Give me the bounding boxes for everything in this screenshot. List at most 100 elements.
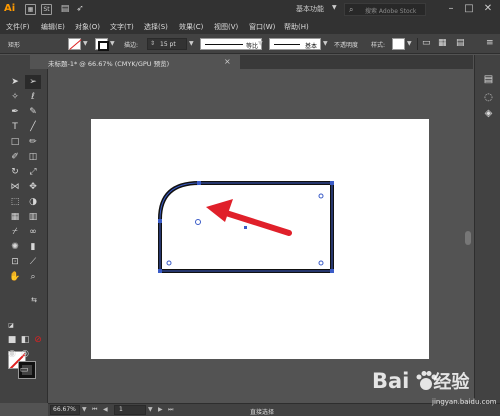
artboard-tool-icon[interactable]: ⊡ bbox=[7, 255, 23, 269]
magic-wand-icon[interactable]: ✧ bbox=[7, 90, 23, 104]
menu-edit[interactable]: 编辑(E) bbox=[41, 22, 65, 32]
chevron-down-icon[interactable]: ▼ bbox=[110, 40, 115, 47]
gpu-performance-icon[interactable]: ➶ bbox=[74, 3, 86, 15]
minimize-button[interactable]: – bbox=[444, 2, 458, 16]
menu-file[interactable]: 文件(F) bbox=[6, 22, 30, 32]
arrange-icon[interactable]: ▦ bbox=[438, 38, 447, 48]
puppet-warp-icon[interactable]: ✥ bbox=[25, 180, 41, 194]
width-tool-icon[interactable]: ⋈ bbox=[7, 180, 23, 194]
curvature-tool-icon[interactable]: ✎ bbox=[25, 105, 41, 119]
document-tab-title: 未标题-1* @ 66.67% (CMYK/GPU 预览) bbox=[48, 60, 170, 68]
column-graph-icon[interactable]: ▮ bbox=[25, 240, 41, 254]
vertical-scrollbar[interactable] bbox=[463, 69, 473, 403]
stroke-weight-field[interactable]: ⇕ 15 pt bbox=[147, 38, 187, 50]
rotate-tool-icon[interactable]: ↻ bbox=[7, 165, 23, 179]
menu-select[interactable]: 选择(S) bbox=[144, 22, 168, 32]
brush-line bbox=[274, 44, 300, 45]
blend-tool-icon[interactable]: ∞ bbox=[25, 225, 41, 239]
appearance-panel-icon[interactable]: ◌ bbox=[482, 91, 495, 104]
type-tool-icon[interactable]: T bbox=[7, 120, 23, 134]
eyedropper-icon[interactable]: ⌿ bbox=[7, 225, 23, 239]
shape-builder-icon[interactable]: ◑ bbox=[25, 195, 41, 209]
menu-object[interactable]: 对象(O) bbox=[75, 22, 100, 32]
tools-panel: ➤ ➢ ✧ ℓ ✒ ✎ T ╱ □ ✏ ✐ ◫ ↻ ⤢ ⋈ ✥ ⬚ ◑ ▦ ▥ … bbox=[0, 55, 48, 403]
chevron-down-icon[interactable]: ▼ bbox=[407, 40, 412, 47]
annotation-arrow-head bbox=[206, 199, 233, 222]
stock-search-input[interactable]: ⌕ 搜索 Adobe Stock bbox=[344, 3, 426, 16]
brush-definition[interactable]: 基本 bbox=[269, 38, 321, 50]
previous-artboard-icon[interactable]: ◀ bbox=[103, 406, 108, 413]
lasso-icon[interactable]: ℓ bbox=[25, 90, 41, 104]
transform-icon[interactable]: ▤ bbox=[456, 38, 465, 48]
none-mode-icon[interactable]: ⊘ bbox=[30, 333, 46, 347]
close-button[interactable]: ✕ bbox=[481, 2, 495, 16]
zoom-level-field[interactable]: 66.67% bbox=[50, 405, 80, 415]
last-artboard-icon[interactable]: ⏭ bbox=[168, 406, 173, 414]
chevron-down-icon[interactable]: ▼ bbox=[82, 406, 87, 413]
zoom-tool-icon[interactable]: ⌕ bbox=[25, 270, 41, 284]
stroke-label[interactable]: 描边: bbox=[124, 40, 138, 49]
paw-logo-icon bbox=[416, 371, 437, 390]
gradient-tool-icon[interactable]: ▥ bbox=[25, 210, 41, 224]
menu-window[interactable]: 窗口(W) bbox=[249, 22, 275, 32]
close-icon[interactable]: × bbox=[224, 57, 231, 66]
variable-width-profile[interactable]: 等比 bbox=[200, 38, 262, 50]
graphic-style-swatch[interactable] bbox=[392, 38, 405, 50]
stroke-swatch[interactable] bbox=[95, 38, 109, 51]
arrange-documents-icon[interactable]: ▤ bbox=[59, 3, 71, 15]
panel-menu-icon[interactable]: ≡ bbox=[486, 38, 494, 48]
menu-view[interactable]: 视图(V) bbox=[214, 22, 238, 32]
stepper-icon[interactable]: ⇕ bbox=[150, 40, 155, 47]
artboard[interactable] bbox=[91, 119, 429, 359]
menu-help[interactable]: 帮助(H) bbox=[284, 22, 309, 32]
draw-behind-icon[interactable]: ◎ bbox=[17, 347, 33, 361]
chevron-down-icon[interactable]: ▼ bbox=[332, 4, 337, 11]
eraser-icon[interactable]: ◫ bbox=[25, 150, 41, 164]
chevron-down-icon[interactable]: ▼ bbox=[83, 40, 88, 47]
swap-fill-stroke-icon[interactable]: ⇆ bbox=[26, 293, 42, 307]
maximize-button[interactable]: □ bbox=[462, 2, 476, 16]
opacity-label[interactable]: 不透明度 bbox=[334, 40, 358, 49]
direct-selection-tool-icon[interactable]: ➢ bbox=[25, 75, 41, 89]
document-setup-icon[interactable]: ▭ bbox=[422, 38, 431, 48]
workspace-switcher[interactable]: 基本功能 bbox=[296, 4, 324, 14]
artboard-number-field[interactable]: 1 bbox=[114, 405, 146, 415]
slice-tool-icon[interactable]: ⟋ bbox=[25, 255, 41, 269]
line-tool-icon[interactable]: ╱ bbox=[25, 120, 41, 134]
perspective-grid-icon[interactable]: ▦ bbox=[7, 210, 23, 224]
hand-tool-icon[interactable]: ✋ bbox=[7, 270, 23, 284]
pen-tool-icon[interactable]: ✒ bbox=[7, 105, 23, 119]
artwork-layer bbox=[158, 181, 334, 273]
paintbrush-icon[interactable]: ✏ bbox=[25, 135, 41, 149]
rectangle-tool-icon[interactable]: □ bbox=[7, 135, 23, 149]
panel-dock: ▤ ◌ ◈ bbox=[474, 55, 500, 403]
scale-tool-icon[interactable]: ⤢ bbox=[25, 165, 41, 179]
chevron-down-icon[interactable]: ▼ bbox=[148, 406, 153, 413]
chevron-down-icon[interactable]: ▼ bbox=[189, 40, 194, 47]
menu-effect[interactable]: 效果(C) bbox=[179, 22, 203, 32]
chevron-down-icon[interactable]: ▼ bbox=[258, 40, 263, 47]
selection-tool-icon[interactable]: ➤ bbox=[7, 75, 23, 89]
shaper-tool-icon[interactable]: ✐ bbox=[7, 150, 23, 164]
divider bbox=[417, 38, 418, 50]
first-artboard-icon[interactable]: ⏮ bbox=[92, 406, 97, 414]
grid-icon[interactable]: ▦ bbox=[25, 4, 36, 15]
properties-panel-icon[interactable]: ▤ bbox=[482, 73, 495, 86]
layers-panel-icon[interactable]: ◈ bbox=[482, 107, 495, 120]
next-artboard-icon[interactable]: ▶ bbox=[158, 406, 163, 413]
menu-type[interactable]: 文字(T) bbox=[110, 22, 134, 32]
control-bar: 矩形 ▼ ▼ 描边: ⇕ 15 pt ▼ 等比 ▼ 基本 ▼ 不透明度 样式: … bbox=[0, 34, 500, 54]
screen-mode-icon[interactable]: ▭ bbox=[16, 363, 32, 377]
scrollbar-thumb[interactable] bbox=[465, 231, 471, 245]
profile-line bbox=[205, 44, 243, 45]
document-tab[interactable]: 未标题-1* @ 66.67% (CMYK/GPU 预览) × bbox=[30, 55, 240, 69]
bridge-button[interactable]: St bbox=[41, 4, 52, 15]
default-colors-icon[interactable]: ◪ bbox=[3, 319, 19, 333]
free-transform-icon[interactable]: ⬚ bbox=[7, 195, 23, 209]
chevron-down-icon[interactable]: ▼ bbox=[323, 40, 328, 47]
symbol-sprayer-icon[interactable]: ✺ bbox=[7, 240, 23, 254]
search-icon: ⌕ bbox=[349, 5, 354, 14]
status-text: 直接选择 bbox=[250, 409, 275, 416]
fill-swatch[interactable] bbox=[68, 38, 81, 50]
corner-widget bbox=[166, 260, 172, 266]
